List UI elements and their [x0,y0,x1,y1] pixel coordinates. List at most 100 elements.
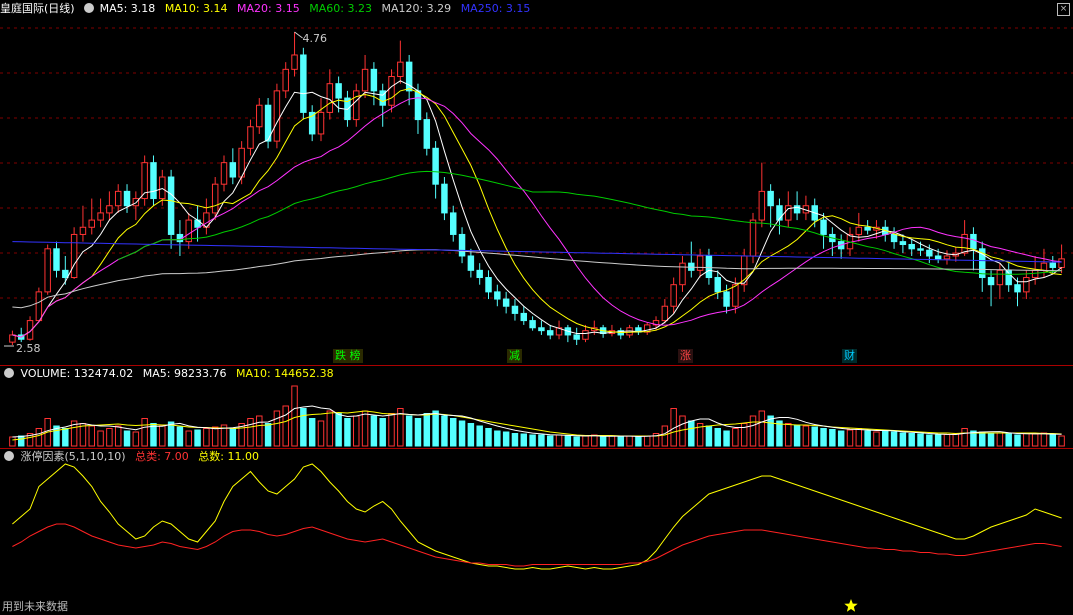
candle-body [864,226,871,231]
volume-bar [35,428,43,447]
candle-body [229,162,237,178]
event-tag-1[interactable]: 跌 榜 [333,349,363,363]
candle-body [538,327,545,332]
price-header: 皇庭国际(日线) MA5: 3.18 MA10: 3.14 MA20: 3.15… [0,0,1073,18]
candle-body [767,190,774,207]
indicator-chart [12,463,1062,612]
candle-body [573,334,580,340]
volume-bar [1049,434,1057,447]
candle-body [220,162,228,185]
candle-body [714,277,721,293]
candle-body [150,162,157,200]
volume-bar [520,433,528,447]
candle-body [388,76,395,106]
volume-bar [890,431,898,447]
event-tag-2[interactable]: 减 [507,349,522,363]
indicator-count: 总数: 11.00 [198,450,259,463]
volume-bar [529,434,536,447]
volume-bar [882,430,889,447]
event-tag-3[interactable]: 涨 [678,349,693,363]
candle-body [44,248,51,293]
volume-bar [608,435,616,447]
volume-bar [344,418,351,447]
candle-body [256,104,263,128]
volume-bar [1023,433,1030,447]
volume-bar [705,425,713,447]
candle-body [1023,277,1030,293]
candle-body [361,68,369,92]
volume-bar [829,429,836,447]
ma5-label: MA5: 3.18 [99,2,156,15]
candle-body [273,90,281,142]
candle-body [62,269,69,279]
volume-bar [617,436,624,447]
indicator-red-line [12,523,1062,567]
volume-bar [926,434,933,447]
volume-bar [423,413,431,447]
indicator-settings-dot-icon[interactable] [4,451,14,461]
volume-bar [952,433,960,447]
volume-bar [820,428,827,447]
volume-bar [361,410,369,447]
candle-body [441,183,448,214]
volume-bar [538,434,545,447]
event-tag-4[interactable]: 财 [842,349,857,363]
volume-bar [211,426,219,447]
candle-body [467,255,475,271]
candle-body [529,320,536,329]
settings-dot-icon[interactable] [84,3,95,13]
volume-bar [247,418,254,447]
candle-body [987,277,995,286]
volume-bar [1005,433,1012,447]
volume-bar [79,423,87,447]
volume-bar [370,415,378,447]
candle-body [300,54,307,113]
candle-body [732,284,739,307]
candle-body [353,90,360,121]
volume-bar [855,428,863,447]
candle-body [890,233,898,243]
volume-bar [132,431,140,447]
candle-body [1031,269,1039,279]
ma120-label: MA120: 3.29 [381,2,452,15]
volume-bar [273,410,281,447]
volume-bar [441,415,448,447]
volume-bar [300,408,307,447]
candle-body [520,312,528,322]
candle-body [749,219,757,257]
volume-bar [961,428,968,447]
candle-body [123,190,131,207]
volume-bar [511,433,519,447]
candle-body [494,291,501,300]
volume-bar [388,413,395,447]
volume-bar [599,436,607,447]
volume-bar [176,426,184,447]
volume-bar [908,433,915,447]
ma10-label: MA10: 3.14 [164,2,228,15]
candle-body [159,176,166,200]
volume-bar [846,429,854,447]
candle-body [670,284,677,307]
volume-bar [776,420,783,447]
volume-settings-dot-icon[interactable] [4,368,14,378]
volume-ma5-label: MA5: 98233.76 [142,367,227,380]
volume-bar [97,430,104,447]
volume-bar [785,423,792,447]
candle-body [934,255,942,260]
volume-bar [326,410,334,447]
candle-body [1049,262,1057,268]
volume-bar [476,425,483,447]
volume-bar [758,410,766,447]
candle-body [546,330,554,336]
volume-ma10-label: MA10: 144652.38 [235,367,334,380]
candle-body [9,334,16,343]
volume-bar [917,433,924,447]
candle-body [696,255,704,271]
signal-star-icon [844,599,858,612]
ma250-label: MA250: 3.15 [460,2,531,15]
ma60-line [118,170,1062,275]
volume-bar [414,418,422,447]
high-price-label: 4.76 [303,32,328,45]
volume-bar [714,428,721,447]
volume-bar [864,430,871,447]
